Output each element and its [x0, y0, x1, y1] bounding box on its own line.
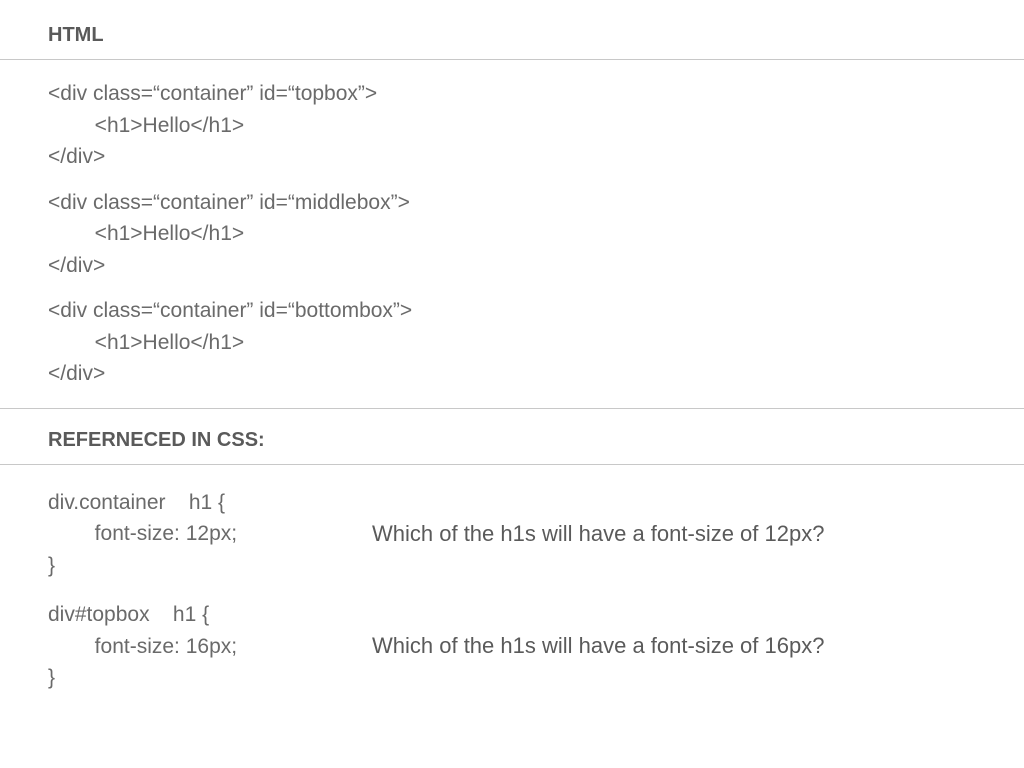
code-line: font-size: 16px;	[48, 631, 358, 663]
code-line: <div class=“container” id=“topbox”>	[48, 78, 1024, 110]
css-rule-row: div.container h1 { font-size: 12px; } Wh…	[48, 487, 1024, 582]
code-line: div#topbox h1 {	[48, 599, 358, 631]
html-section-header: HTML	[0, 0, 1024, 60]
html-code-block: <div class=“container” id=“topbox”> <h1>…	[0, 60, 1024, 409]
code-line: }	[48, 662, 358, 694]
code-line: </div>	[48, 141, 1024, 173]
css-rule-row: div#topbox h1 { font-size: 16px; } Which…	[48, 599, 1024, 694]
code-line: <h1>Hello</h1>	[48, 218, 1024, 250]
css-rule-question: Which of the h1s will have a font-size o…	[358, 633, 1024, 659]
css-rule-code: div.container h1 { font-size: 12px; }	[48, 487, 358, 582]
html-code-group-middlebox: <div class=“container” id=“middlebox”> <…	[48, 187, 1024, 282]
code-line: }	[48, 550, 358, 582]
css-rules-block: div.container h1 { font-size: 12px; } Wh…	[0, 465, 1024, 694]
code-line: div.container h1 {	[48, 487, 358, 519]
html-code-group-topbox: <div class=“container” id=“topbox”> <h1>…	[48, 78, 1024, 173]
code-line: font-size: 12px;	[48, 518, 358, 550]
code-line: <div class=“container” id=“bottombox”>	[48, 295, 1024, 327]
css-rule-code: div#topbox h1 { font-size: 16px; }	[48, 599, 358, 694]
css-rule-question: Which of the h1s will have a font-size o…	[358, 521, 1024, 547]
code-line: </div>	[48, 358, 1024, 390]
code-line: </div>	[48, 250, 1024, 282]
code-line: <h1>Hello</h1>	[48, 327, 1024, 359]
code-line: <div class=“container” id=“middlebox”>	[48, 187, 1024, 219]
css-section-header: REFERNECED IN CSS:	[0, 409, 1024, 465]
code-line: <h1>Hello</h1>	[48, 110, 1024, 142]
html-code-group-bottombox: <div class=“container” id=“bottombox”> <…	[48, 295, 1024, 390]
